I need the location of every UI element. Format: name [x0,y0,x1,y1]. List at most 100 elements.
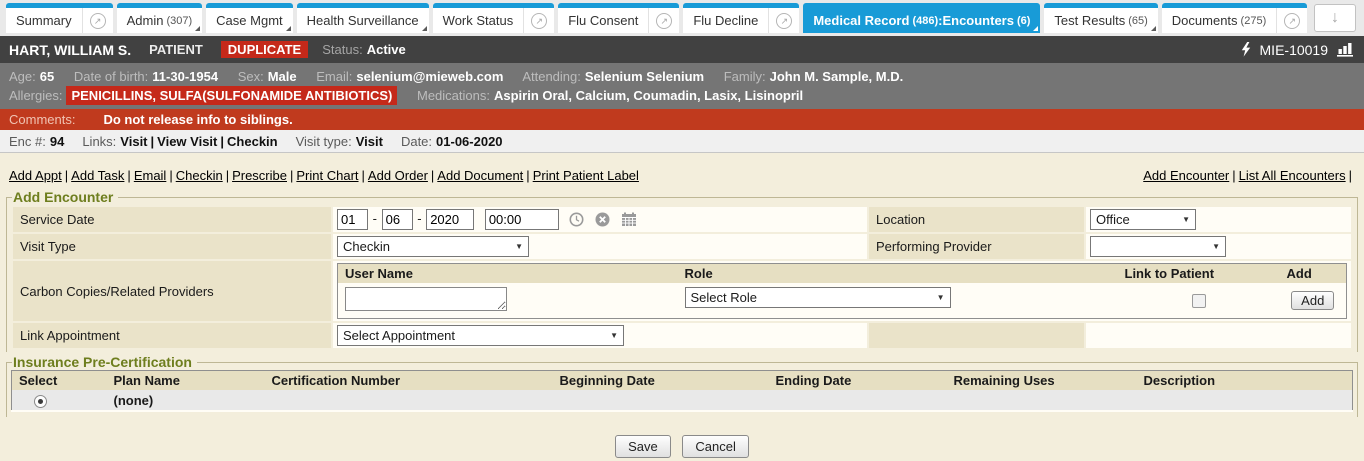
link-add-order[interactable]: Add Order [368,168,437,183]
visit-type-label: Visit type: [296,134,352,149]
allergies-badge[interactable]: PENICILLINS, SULFA(SULFONAMIDE ANTIBIOTI… [66,86,397,105]
open-in-new-icon[interactable]: ↗ [82,8,113,33]
comments-label: Comments: [9,112,75,127]
location-select[interactable]: Office▼ [1090,209,1196,230]
family-value: John M. Sample, M.D. [770,69,904,84]
tab-admin[interactable]: Admin(307) [117,3,203,33]
ins-header-beginning-date: Beginning Date [553,371,769,391]
link-email[interactable]: Email [134,168,176,183]
open-in-new-icon[interactable]: ↗ [768,8,799,33]
status-label: Status: [322,42,362,57]
user-name-input[interactable] [345,287,507,311]
date-value: 01-06-2020 [436,134,503,149]
cc-header-link-to-patient: Link to Patient [1118,264,1280,284]
ins-header-select: Select [12,371,107,391]
add-provider-button[interactable]: Add [1291,291,1334,310]
attending-label: Attending: [522,69,581,84]
service-date-day-input[interactable] [382,209,413,230]
status-value: Active [367,42,406,57]
duplicate-badge[interactable]: DUPLICATE [221,41,308,58]
action-links-left: Add ApptAdd TaskEmailCheckinPrescribePri… [9,168,639,183]
tab-flu-consent[interactable]: Flu Consent ↗ [558,3,679,33]
tab-test-results[interactable]: Test Results(65) [1044,3,1157,33]
open-in-new-icon[interactable]: ↗ [648,8,679,33]
demographics-bar: Age:65 Date of birth:11-30-1954 Sex:Male… [0,63,1364,109]
open-in-new-icon[interactable]: ↗ [523,8,554,33]
tab-menu-corner [286,26,291,31]
cc-header-add: Add [1280,264,1347,284]
add-encounter-form: Service Date - - Location [11,205,1353,350]
enc-links: VisitView VisitCheckin [120,134,277,149]
patient-name: HART, WILLIAM S. [9,42,131,58]
link-list-all-encounters[interactable]: List All Encounters [1239,168,1355,183]
service-date-label: Service Date [13,207,331,232]
medications-value: Aspirin Oral, Calcium, Coumadin, Lasix, … [494,88,803,103]
clock-icon[interactable] [569,212,584,227]
email-label: Email: [316,69,352,84]
tab-menu-corner [1033,26,1038,31]
link-view-visit[interactable]: View Visit [157,134,227,149]
allergies-label: Allergies: [9,88,62,103]
insurance-row-none: (none) [12,390,1353,411]
tab-label: Work Status [433,8,524,33]
open-in-new-icon[interactable]: ↗ [1276,8,1307,33]
add-encounter-section: Add Encounter Service Date - - [6,189,1358,352]
family-label: Family: [724,69,766,84]
tab-flu-decline[interactable]: Flu Decline ↗ [683,3,799,33]
comments-bar: Comments: Do not release info to sibling… [0,109,1364,130]
date-separator: - [373,211,377,226]
insurance-precert-title: Insurance Pre-Certification [12,354,197,370]
enc-number-label: Enc #: [9,134,46,149]
add-encounter-title: Add Encounter [12,189,118,205]
link-prescribe[interactable]: Prescribe [232,168,296,183]
link-print-chart[interactable]: Print Chart [296,168,368,183]
chevron-down-icon: ▼ [937,293,945,302]
tab-work-status[interactable]: Work Status ↗ [433,3,555,33]
record-type-label: PATIENT [149,42,203,57]
bar-chart-icon[interactable] [1337,42,1355,57]
link-checkin[interactable]: Checkin [227,134,278,149]
flash-icon[interactable] [1241,42,1251,57]
link-add-appt[interactable]: Add Appt [9,168,71,183]
carbon-copies-table: User Name Role Link to Patient Add Selec… [337,263,1347,319]
link-print-patient-label[interactable]: Print Patient Label [533,168,639,183]
tab-documents[interactable]: Documents(275) ↗ [1162,3,1307,33]
calendar-icon[interactable] [621,212,637,227]
tab-medical-record-encounters[interactable]: Medical Record(486):Encounters(6) [803,3,1040,33]
precert-none-radio[interactable] [34,395,47,408]
visit-type-select[interactable]: Checkin▼ [337,236,529,257]
date-label: Date: [401,134,432,149]
dob-label: Date of birth: [74,69,148,84]
link-checkin-action[interactable]: Checkin [176,168,232,183]
clear-date-icon[interactable] [595,212,610,227]
ins-header-remaining-uses: Remaining Uses [947,371,1137,391]
save-button[interactable]: Save [615,435,671,458]
chart-id: MIE-10019 [1260,42,1328,58]
tab-case-mgmt[interactable]: Case Mgmt [206,3,292,33]
tab-label: Case Mgmt [206,8,292,33]
link-add-task[interactable]: Add Task [71,168,134,183]
service-date-year-input[interactable] [426,209,474,230]
chevron-down-icon: ▼ [1212,242,1220,251]
link-visit[interactable]: Visit [120,134,157,149]
service-time-input[interactable] [485,209,559,230]
link-to-patient-checkbox[interactable] [1192,294,1206,308]
role-select[interactable]: Select Role▼ [685,287,951,308]
ins-header-description: Description [1137,371,1353,391]
link-add-document[interactable]: Add Document [437,168,532,183]
performing-provider-select[interactable]: ▼ [1090,236,1226,257]
collapse-tabs-button[interactable]: ↓ [1314,4,1356,32]
ins-header-cert-number: Certification Number [265,371,553,391]
patient-header-bar: HART, WILLIAM S. PATIENT DUPLICATE Statu… [0,36,1364,63]
tab-label: Medical Record(486):Encounters(6) [803,8,1040,33]
cancel-button[interactable]: Cancel [682,435,748,458]
link-add-encounter[interactable]: Add Encounter [1143,168,1238,183]
link-appointment-select[interactable]: Select Appointment▼ [337,325,624,346]
carbon-copies-label: Carbon Copies/Related Providers [13,261,331,321]
plan-name-value: (none) [107,390,265,411]
insurance-precert-section: Insurance Pre-Certification Select Plan … [6,354,1358,417]
sex-value: Male [268,69,297,84]
tab-health-surveillance[interactable]: Health Surveillance [297,3,429,33]
tab-summary[interactable]: Summary ↗ [6,3,113,33]
service-date-month-input[interactable] [337,209,368,230]
